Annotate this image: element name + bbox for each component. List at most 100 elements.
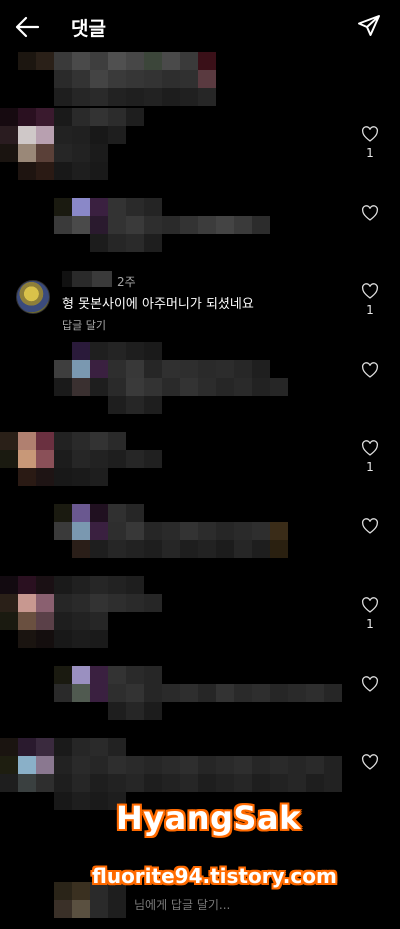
mosaic-block bbox=[54, 198, 72, 216]
mosaic-block bbox=[180, 378, 198, 396]
heart-icon[interactable] bbox=[361, 440, 379, 456]
mosaic-block bbox=[90, 108, 108, 126]
mosaic-block bbox=[108, 198, 126, 216]
mosaic-block bbox=[216, 756, 234, 774]
mosaic-block bbox=[72, 88, 90, 106]
mosaic-block bbox=[54, 774, 72, 792]
mosaic-block bbox=[18, 450, 36, 468]
mosaic-block bbox=[54, 612, 72, 630]
mosaic-block bbox=[126, 594, 144, 612]
mosaic-block bbox=[0, 738, 18, 756]
mosaic-block bbox=[126, 450, 144, 468]
mosaic-block bbox=[54, 522, 72, 540]
mosaic-block bbox=[72, 468, 90, 486]
mosaic-block bbox=[90, 126, 108, 144]
mosaic-block bbox=[198, 756, 216, 774]
mosaic-block bbox=[90, 342, 108, 360]
mosaic-block bbox=[54, 70, 72, 88]
mosaic-block bbox=[324, 756, 342, 774]
mosaic-block bbox=[0, 432, 18, 450]
mosaic-block bbox=[18, 126, 36, 144]
mosaic-block bbox=[54, 88, 72, 106]
heart-icon[interactable] bbox=[361, 676, 379, 692]
mosaic-block bbox=[0, 126, 18, 144]
mosaic-block bbox=[108, 52, 126, 70]
mosaic-block bbox=[90, 450, 108, 468]
mosaic-block bbox=[144, 594, 162, 612]
mosaic-block bbox=[90, 378, 108, 396]
mosaic-block bbox=[54, 882, 72, 900]
mosaic-block bbox=[72, 612, 90, 630]
mosaic-block bbox=[18, 576, 36, 594]
heart-icon[interactable] bbox=[361, 597, 379, 613]
heart-icon[interactable] bbox=[361, 362, 379, 378]
heart-icon[interactable] bbox=[361, 205, 379, 221]
avatar[interactable] bbox=[16, 280, 50, 314]
mosaic-block bbox=[0, 576, 18, 594]
mosaic-block bbox=[18, 738, 36, 756]
mosaic-block bbox=[18, 756, 36, 774]
mosaic-block bbox=[234, 378, 252, 396]
mosaic-block bbox=[36, 144, 54, 162]
heart-icon[interactable] bbox=[361, 518, 379, 534]
mosaic-block bbox=[18, 594, 36, 612]
mosaic-block bbox=[72, 52, 90, 70]
mosaic-block bbox=[126, 234, 144, 252]
mosaic-block bbox=[36, 576, 54, 594]
mosaic-block bbox=[108, 450, 126, 468]
mosaic-block bbox=[90, 70, 108, 88]
mosaic-block bbox=[162, 522, 180, 540]
heart-icon[interactable] bbox=[361, 283, 379, 299]
mosaic-block bbox=[144, 360, 162, 378]
mosaic-block bbox=[54, 738, 72, 756]
mosaic-block bbox=[36, 756, 54, 774]
mosaic-block bbox=[126, 504, 144, 522]
mosaic-block bbox=[54, 144, 72, 162]
mosaic-block bbox=[252, 540, 270, 558]
mosaic-block bbox=[198, 360, 216, 378]
mosaic-block bbox=[270, 684, 288, 702]
mosaic-block bbox=[90, 522, 108, 540]
mosaic-block bbox=[72, 432, 90, 450]
mosaic-block bbox=[144, 702, 162, 720]
mosaic-block bbox=[234, 684, 252, 702]
mosaic-block bbox=[162, 70, 180, 88]
paper-plane-icon[interactable] bbox=[357, 14, 381, 38]
mosaic-block bbox=[144, 234, 162, 252]
mosaic-block bbox=[108, 108, 126, 126]
mosaic-block bbox=[234, 756, 252, 774]
mosaic-block bbox=[90, 88, 108, 106]
arrow-left-icon[interactable] bbox=[14, 15, 40, 39]
reply-button[interactable]: 답글 달기 bbox=[62, 317, 106, 333]
mosaic-block bbox=[144, 216, 162, 234]
mosaic-block bbox=[90, 792, 108, 810]
username-blurred[interactable] bbox=[62, 271, 112, 287]
heart-icon[interactable] bbox=[361, 126, 379, 142]
mosaic-block bbox=[72, 900, 90, 918]
mosaic-block bbox=[216, 684, 234, 702]
mosaic-block bbox=[36, 432, 54, 450]
mosaic-block bbox=[126, 540, 144, 558]
mosaic-block bbox=[108, 88, 126, 106]
mosaic-block bbox=[0, 108, 18, 126]
mosaic-block bbox=[90, 198, 108, 216]
mosaic-block bbox=[54, 594, 72, 612]
mosaic-block bbox=[144, 198, 162, 216]
mosaic-block bbox=[144, 378, 162, 396]
mosaic-block bbox=[180, 540, 198, 558]
mosaic-block bbox=[234, 216, 252, 234]
mosaic-block bbox=[72, 108, 90, 126]
mosaic-block bbox=[18, 108, 36, 126]
mosaic-block bbox=[18, 468, 36, 486]
comment-text: 형 못본사이에 아주머니가 되셨네요 bbox=[62, 297, 254, 312]
mosaic-block bbox=[270, 540, 288, 558]
mosaic-block bbox=[54, 126, 72, 144]
mosaic-block bbox=[36, 450, 54, 468]
reply-input[interactable]: 님에게 답글 달기... bbox=[134, 896, 230, 913]
mosaic-block bbox=[90, 144, 108, 162]
mosaic-block bbox=[198, 540, 216, 558]
mosaic-block bbox=[72, 70, 90, 88]
heart-icon[interactable] bbox=[361, 754, 379, 770]
mosaic-block bbox=[216, 360, 234, 378]
mosaic-block bbox=[288, 774, 306, 792]
